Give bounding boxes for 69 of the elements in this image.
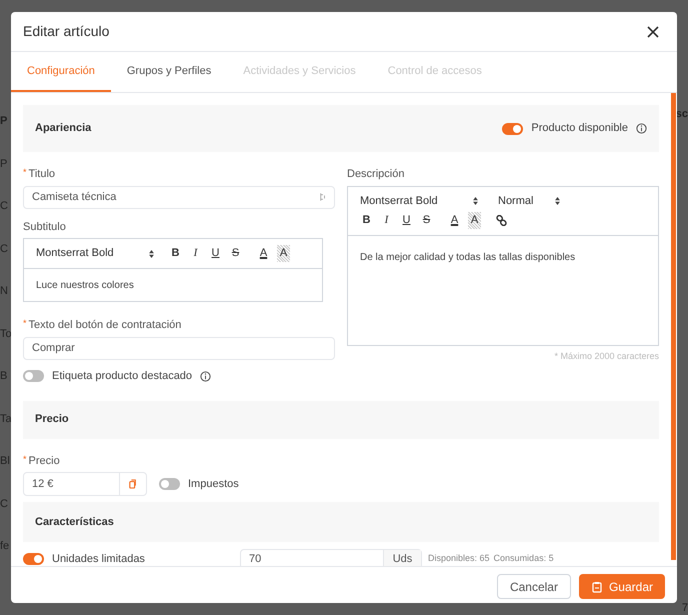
dialog-title: Editar artículo (23, 22, 110, 41)
text-cursor-icon (320, 192, 326, 202)
format-button[interactable]: I (380, 212, 393, 228)
field-label: Descripción (347, 167, 404, 182)
input-field[interactable]: Camiseta técnica (23, 186, 335, 208)
background-text: C (0, 242, 9, 256)
toggle-label: Impuestos (188, 476, 239, 492)
format-button[interactable]: A (468, 212, 481, 228)
character-limit-hint: * Máximo 2000 caracteres (554, 350, 659, 362)
background-text: Bl (0, 454, 11, 469)
sort-arrows-icon (149, 250, 154, 258)
format-button[interactable]: A (277, 245, 290, 262)
field-label: Precio (28, 454, 60, 468)
background-text: N (0, 284, 9, 299)
font-select[interactable]: Montserrat Bold (36, 245, 154, 262)
background-text: P (0, 156, 8, 172)
units-field[interactable]: 70 Uds (240, 549, 422, 566)
editor-text[interactable]: De la mejor calidad y todas las tallas disponibles (360, 252, 576, 262)
info-icon (200, 370, 212, 382)
required-mark: * (23, 166, 27, 179)
format-button[interactable]: B (169, 245, 182, 262)
background-text: Ta (0, 412, 12, 426)
toggle-switch[interactable] (159, 478, 180, 490)
scrollbar[interactable] (671, 93, 676, 560)
info-icon (636, 123, 647, 134)
close-icon[interactable] (645, 24, 661, 40)
section-title: Precio (35, 412, 69, 428)
sort-arrows-icon (473, 196, 478, 205)
section-title: Apariencia (35, 121, 92, 136)
price-field[interactable]: 12 € (23, 472, 147, 496)
format-button[interactable]: A (257, 245, 270, 262)
background-text: C (0, 496, 9, 512)
background-text: 7 (682, 600, 688, 615)
stat-text: Disponibles: 65 (428, 552, 490, 566)
required-mark: * (23, 452, 27, 466)
format-button[interactable]: B (360, 212, 373, 228)
input-field[interactable]: Comprar (23, 336, 335, 360)
copy-icon[interactable] (129, 479, 137, 489)
link-icon[interactable] (496, 214, 507, 226)
background-text: C (0, 199, 9, 214)
toggle-label: Producto disponible (531, 121, 628, 136)
background-text: fe (0, 539, 10, 554)
editor-text[interactable]: Luce nuestros colores (36, 278, 134, 292)
tab[interactable]: Grupos y Perfiles (110, 52, 228, 92)
stat-text: Consumidas: 5 (494, 552, 554, 566)
background-text: B (0, 369, 8, 384)
toggle-label: Unidades limitadas (52, 552, 145, 566)
format-button[interactable]: S (420, 212, 433, 228)
format-button[interactable]: U (400, 212, 413, 228)
cancel-button[interactable]: Cancelar (496, 574, 571, 599)
background-text: To (0, 326, 12, 342)
toggle-switch[interactable] (502, 122, 524, 134)
clipboard-icon (590, 580, 603, 592)
section-title: Características (35, 514, 114, 530)
format-button[interactable]: S (229, 245, 242, 262)
font-select[interactable]: Normal (498, 192, 560, 209)
toggle-label: Etiqueta producto destacado (52, 369, 192, 384)
font-select[interactable]: Montserrat Bold (360, 192, 478, 209)
format-button[interactable]: I (189, 245, 202, 262)
required-mark: * (23, 317, 27, 330)
toggle-switch[interactable] (23, 370, 44, 382)
format-button[interactable]: A (448, 212, 461, 228)
background-text: P (0, 114, 8, 129)
field-label: Texto del botón de contratación (28, 318, 182, 333)
toggle-switch[interactable] (23, 553, 44, 565)
field-label: Titulo (28, 167, 56, 182)
sort-arrows-icon (555, 196, 560, 205)
field-label: Subtitulo (23, 220, 66, 234)
format-button[interactable]: U (209, 245, 222, 262)
